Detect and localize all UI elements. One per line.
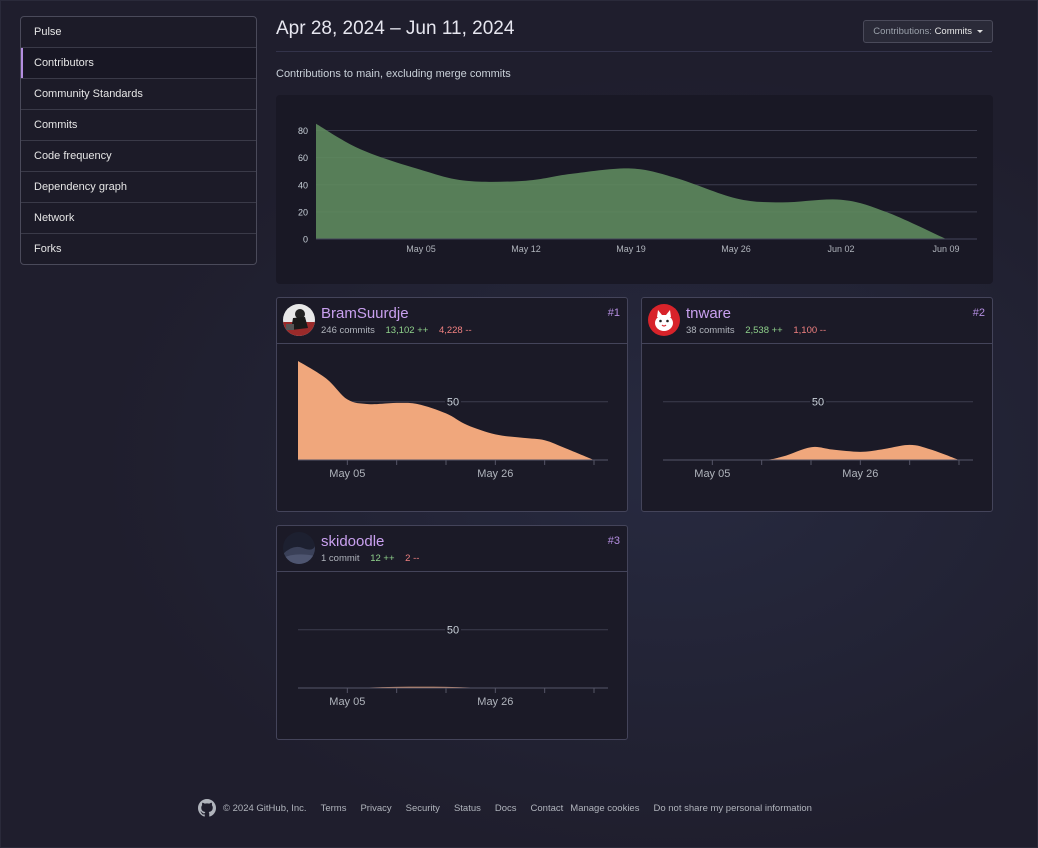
x-tick-label: May 19	[616, 244, 646, 254]
x-tick-label: May 05	[329, 696, 365, 708]
header-divider	[276, 51, 992, 52]
commit-count[interactable]: 38 commits	[686, 325, 735, 336]
deletions-count: 4,228 --	[438, 325, 472, 336]
contributor-rank: #3	[607, 535, 620, 547]
contributions-value: Commits	[934, 26, 973, 37]
sidebar-item-pulse[interactable]: Pulse	[21, 17, 256, 47]
y-tick-label: 20	[298, 207, 308, 217]
contributor-login-link[interactable]: skidoodle	[321, 533, 384, 550]
commit-count[interactable]: 246 commits	[321, 325, 375, 336]
y-tick-label: 40	[298, 180, 308, 190]
y-tick-label: 50	[447, 624, 459, 636]
contributor-card-header: BramSuurdje 246 commits 13,102 ++ 4,228 …	[277, 298, 627, 344]
x-tick-label: May 05	[406, 244, 436, 254]
footer: © 2024 GitHub, Inc. Terms Privacy Securi…	[198, 798, 826, 818]
x-tick-label: Jun 02	[827, 244, 854, 254]
deletions-count: 2 --	[405, 553, 420, 564]
contributor-stats: 38 commits 2,538 ++ 1,100 --	[686, 325, 826, 336]
area-series	[298, 361, 594, 460]
area-series	[663, 444, 959, 461]
main-contributions-chart[interactable]: 0 20 40 60 80 May 05 May 12 May 19 May 26 Jun 02 J…	[276, 95, 993, 284]
footer-link-security[interactable]: Security	[406, 803, 440, 814]
tnware-cat-avatar-icon[interactable]	[648, 304, 680, 336]
caret-down-icon	[976, 29, 983, 33]
contributor-chart[interactable]: 50 May 05 May 26	[277, 344, 627, 510]
additions-count: 2,538 ++	[745, 325, 783, 336]
contributor-login-link[interactable]: BramSuurdje	[321, 305, 409, 322]
footer-link-status[interactable]: Status	[454, 803, 481, 814]
contributor-chart[interactable]: 50 May 05 May 26	[642, 344, 992, 510]
sidebar-item-dependency-graph[interactable]: Dependency graph	[21, 171, 256, 202]
x-tick-label: May 26	[842, 468, 878, 480]
x-tick-label: May 26	[721, 244, 751, 254]
contributions-label: Contributions:	[873, 26, 932, 37]
sidebar-item-forks[interactable]: Forks	[21, 233, 256, 264]
sidebar-item-commits[interactable]: Commits	[21, 109, 256, 140]
contributor-card-header: tnware 38 commits 2,538 ++ 1,100 -- #2	[642, 298, 992, 344]
area-series	[316, 123, 946, 239]
contributor-rank: #1	[607, 307, 620, 319]
footer-link-contact[interactable]: Contact	[531, 803, 564, 814]
sidebar-item-code-frequency[interactable]: Code frequency	[21, 140, 256, 171]
contributor-stats: 246 commits 13,102 ++ 4,228 --	[321, 325, 472, 336]
footer-link-privacy[interactable]: Privacy	[360, 803, 391, 814]
contributions-type-dropdown[interactable]: Contributions: Commits	[863, 20, 993, 43]
contributor-rank: #2	[972, 307, 985, 319]
footer-copyright: © 2024 GitHub, Inc.	[223, 802, 307, 814]
y-tick-label: 0	[303, 235, 308, 245]
x-tick-label: May 05	[694, 468, 730, 480]
date-range-title: Apr 28, 2024 – Jun 11, 2024	[276, 18, 515, 39]
contributor-chart[interactable]: 50 May 05 May 26	[277, 572, 627, 738]
contributor-stats: 1 commit 12 ++ 2 --	[321, 553, 419, 564]
x-tick-label: May 05	[329, 468, 365, 480]
contributor-card-3: skidoodle 1 commit 12 ++ 2 -- #3 50 May 0…	[276, 525, 628, 740]
footer-link-manage-cookies[interactable]: Manage cookies	[570, 803, 639, 814]
contributor-card-header: skidoodle 1 commit 12 ++ 2 -- #3	[277, 526, 627, 572]
additions-count: 12 ++	[370, 553, 395, 564]
contributor-card-1: BramSuurdje 246 commits 13,102 ++ 4,228 …	[276, 297, 628, 512]
x-tick-label: May 12	[511, 244, 541, 254]
deletions-count: 1,100 --	[793, 325, 827, 336]
y-tick-label: 50	[812, 396, 824, 408]
bramsuurdje-avatar-icon[interactable]	[283, 304, 315, 336]
insights-sidebar: Pulse Contributors Community Standards C…	[20, 16, 257, 265]
commit-count[interactable]: 1 commit	[321, 553, 360, 564]
main-chart-svg: 0 20 40 60 80 May 05 May 12 May 19 May 26 Jun 02 J…	[298, 123, 977, 254]
x-tick-label: May 26	[477, 468, 513, 480]
skidoodle-avatar-icon[interactable]	[283, 532, 315, 564]
sidebar-item-network[interactable]: Network	[21, 202, 256, 233]
github-logo-icon[interactable]	[198, 799, 216, 817]
sidebar-item-contributors[interactable]: Contributors	[21, 47, 256, 78]
y-tick-label: 60	[298, 153, 308, 163]
contributor-login-link[interactable]: tnware	[686, 305, 731, 322]
y-tick-label: 80	[298, 126, 308, 136]
contributor-card-2: tnware 38 commits 2,538 ++ 1,100 -- #2 5…	[641, 297, 993, 512]
x-tick-label: Jun 09	[932, 244, 959, 254]
sidebar-item-community-standards[interactable]: Community Standards	[21, 78, 256, 109]
footer-link-terms[interactable]: Terms	[321, 803, 347, 814]
footer-link-do-not-share[interactable]: Do not share my personal information	[653, 803, 811, 814]
x-tick-label: May 26	[477, 696, 513, 708]
y-tick-label: 50	[447, 396, 459, 408]
footer-link-docs[interactable]: Docs	[495, 803, 517, 814]
contributions-subtitle: Contributions to main, excluding merge c…	[276, 68, 511, 80]
additions-count: 13,102 ++	[385, 325, 429, 336]
